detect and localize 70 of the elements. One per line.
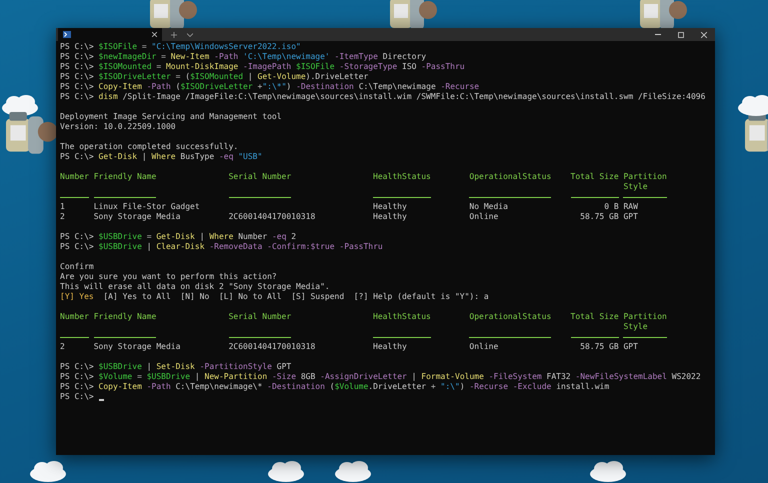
column-header: Total Size [570, 172, 619, 181]
table-cell: Online [469, 212, 498, 221]
table-cell: Healthy [373, 342, 407, 351]
robot-drawing [390, 0, 437, 30]
table-cell: Sony Storage Media [94, 342, 180, 351]
output-text: Are you sure you want to perform this action? [60, 272, 277, 282]
robot-drawing [150, 0, 197, 30]
command-line: PS C:\> Copy-Item -Path C:\Temp\newimage\* -Destination ($Volume.DriveLetter + ":\") -Recurse -Exclude install.wim [60, 382, 610, 392]
table-cell: 2 [60, 342, 65, 351]
column-header: OperationalStatus [469, 312, 552, 321]
table-cell: GPT [623, 342, 638, 351]
cloud-drawing [738, 95, 768, 116]
choice-prompt-text: [Y] Yes [A] Yes to All [N] No [L] No to All [S] Suspend [?] Help (default is "Y"): a [60, 292, 489, 302]
column-header: Number [60, 312, 89, 321]
column-header: HealthStatus [373, 172, 431, 181]
table-cell: GPT [623, 212, 638, 221]
command-line: PS C:\> $Volume = $USBDrive | New-Partition -Size 8GB -AssignDriveLetter | Format-Volume -FileSystem FAT32 -NewFileSystemLabel WS2022 [60, 372, 701, 382]
column-header: Friendly Name [94, 172, 156, 181]
command-line: PS C:\> $ISODriveLetter = ($ISOMounted | Get-Volume).DriveLetter [60, 72, 368, 82]
output-text: The operation completed successfully. [60, 142, 238, 152]
table-cell: Online [469, 342, 498, 351]
close-icon[interactable] [701, 32, 707, 38]
command-line: PS C:\> Get-Disk | Where BusType -eq "USB" [60, 152, 262, 162]
robot-drawing [6, 112, 58, 154]
column-header: HealthStatus [373, 312, 431, 321]
column-header: Friendly Name [94, 312, 156, 321]
table-cell: Healthy [373, 212, 407, 221]
chevron-down-icon[interactable] [187, 32, 193, 36]
terminal-icon [63, 31, 71, 38]
column-header: OperationalStatus [469, 172, 552, 181]
command-line: PS C:\> $ISOFile = "C:\Temp\WindowsServer2022.iso" [60, 42, 301, 52]
cloud-drawing [268, 461, 304, 482]
command-line: PS C:\> $USBDrive | Set-Disk -PartitionStyle GPT [60, 362, 292, 372]
output-text: Deployment Image Servicing and Management tool [60, 112, 282, 122]
command-line: PS C:\> [60, 392, 95, 402]
close-icon[interactable] [152, 32, 157, 37]
command-line: PS C:\> dism /Split-Image /ImageFile:C:\Temp\newimage\sources\install.wim /SWMFile:C:\Temp\newimage\sources\install.swm /FileSize:4096 [60, 92, 706, 102]
output-text: This will erase all data on disk 2 "Sony Storage Media". [60, 282, 330, 292]
cloud-drawing [335, 461, 371, 482]
command-line: PS C:\> $ISOMounted = Mount-DiskImage -ImagePath $ISOFile -StorageType ISO -PassThru [60, 62, 465, 72]
output-text: Confirm [60, 262, 94, 272]
cloud-drawing [30, 461, 66, 482]
command-line: PS C:\> $USBDrive | Clear-Disk -RemoveData -Confirm:$true -PassThru [60, 242, 383, 252]
table-cell: 0 B [604, 202, 619, 211]
robot-drawing [640, 0, 687, 30]
table-cell: RAW [623, 202, 638, 211]
column-header: Number [60, 172, 89, 181]
column-header: Total Size [570, 312, 619, 321]
table-cell: Linux File-Stor Gadget [94, 202, 200, 211]
table-cell: Sony Storage Media [94, 212, 180, 221]
robot-drawing [745, 112, 768, 154]
column-header: Partition Style [623, 172, 667, 191]
table-cell: 2C6001404170010318 [228, 342, 316, 351]
column-header: Serial Number [228, 312, 292, 321]
maximize-icon[interactable] [678, 32, 684, 38]
table-cell: 2C6001404170010318 [228, 212, 316, 221]
column-header: Partition Style [623, 312, 667, 331]
plus-icon[interactable] [171, 32, 177, 38]
table-cell: 1 [60, 202, 65, 211]
table-cell: 58.75 GB [580, 342, 619, 351]
output-text: Version: 10.0.22509.1000 [60, 122, 176, 132]
table-cell: 2 [60, 212, 65, 221]
command-line: PS C:\> Copy-Item -Path ($ISODriveLetter +":\*") -Destination C:\Temp\newimage -Recurse [60, 82, 480, 92]
table-cell: No Media [469, 202, 508, 211]
command-line: PS C:\> $USBDrive = Get-Disk | Where Number -eq 2 [60, 232, 296, 242]
table-cell: Healthy [373, 202, 407, 211]
table-cell: 58.75 GB [580, 212, 619, 221]
column-header: Serial Number [228, 172, 292, 181]
cloud-drawing [590, 461, 626, 482]
command-line: PS C:\> $newImageDir = New-Item -Path 'C:\Temp\newimage' -ItemType Directory [60, 52, 426, 62]
